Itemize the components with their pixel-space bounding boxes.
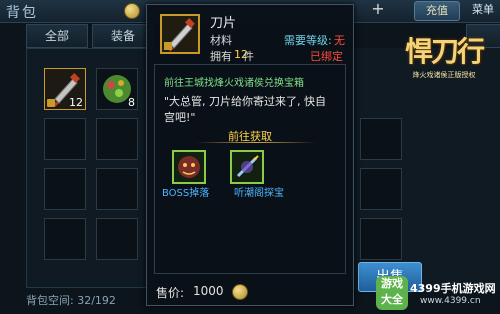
bag-title: 背包 — [6, 5, 38, 21]
bag-slot-empty[interactable] — [96, 168, 138, 210]
item-name: 刀片 — [210, 16, 237, 31]
tab-all[interactable]: 全部 — [26, 24, 88, 48]
add-currency-button[interactable]: + — [368, 0, 388, 18]
side-slot-empty[interactable] — [360, 168, 402, 210]
bag-slot-empty[interactable] — [96, 118, 138, 160]
game-logo: 悍刀行 烽火戏诸侯正版授权 — [392, 18, 496, 104]
bound-status: 已绑定 — [310, 50, 343, 63]
quest-hint: 前往王城找烽火戏诸侯兑换宝箱 — [164, 78, 304, 89]
price-label: 售价: — [156, 286, 185, 300]
side-slot-empty[interactable] — [360, 218, 402, 260]
watermark-site-name: 4399手机游戏网 — [410, 282, 496, 295]
source-boss-drop[interactable] — [172, 150, 206, 184]
watermark-url: www.4399.cn — [420, 296, 481, 306]
lock-icon — [47, 99, 55, 107]
bag-slot-empty[interactable] — [44, 118, 86, 160]
tab-equipment[interactable]: 装备 — [92, 24, 154, 48]
item-type: 材料 — [210, 34, 232, 47]
treasure-icon — [236, 155, 259, 178]
coin-icon — [124, 3, 140, 19]
coin-icon — [232, 284, 248, 300]
bag-slot-empty[interactable] — [96, 218, 138, 260]
watermark-logo: 游戏大全 — [376, 276, 408, 310]
source-treasure-hunt-label[interactable]: 听潮阁探宝 — [234, 184, 284, 199]
bag-slot-herb[interactable]: 8 — [96, 68, 138, 110]
side-slot-empty[interactable] — [360, 118, 402, 160]
owned-unit: 件 — [243, 50, 254, 63]
required-level-value: 无 — [334, 34, 345, 47]
divider — [196, 142, 316, 143]
required-level-label: 需要等级: — [284, 34, 332, 47]
bag-slot-empty[interactable] — [44, 218, 86, 260]
item-count: 8 — [128, 96, 135, 109]
logo-subtitle: 烽火戏诸侯正版授权 — [412, 71, 476, 79]
source-treasure-hunt[interactable] — [230, 150, 264, 184]
owned-label: 拥有 — [210, 50, 232, 63]
bag-space-label: 背包空间: 32/192 — [26, 294, 116, 307]
lock-icon — [164, 42, 172, 50]
bag-slot-empty[interactable] — [44, 168, 86, 210]
boss-icon — [178, 156, 200, 178]
item-count: 12 — [69, 96, 83, 109]
menu-button[interactable]: 菜单 — [472, 1, 500, 19]
source-boss-drop-label[interactable]: BOSS掉落 — [162, 184, 209, 199]
item-description: "大总管, 刀片给你寄过来了, 快自宫吧!" — [164, 95, 327, 124]
bag-slot-knife[interactable]: 12 — [44, 68, 86, 110]
logo-title: 悍刀行 — [404, 35, 485, 68]
tooltip-item-icon — [160, 14, 200, 54]
price-value: 1000 — [193, 284, 224, 298]
